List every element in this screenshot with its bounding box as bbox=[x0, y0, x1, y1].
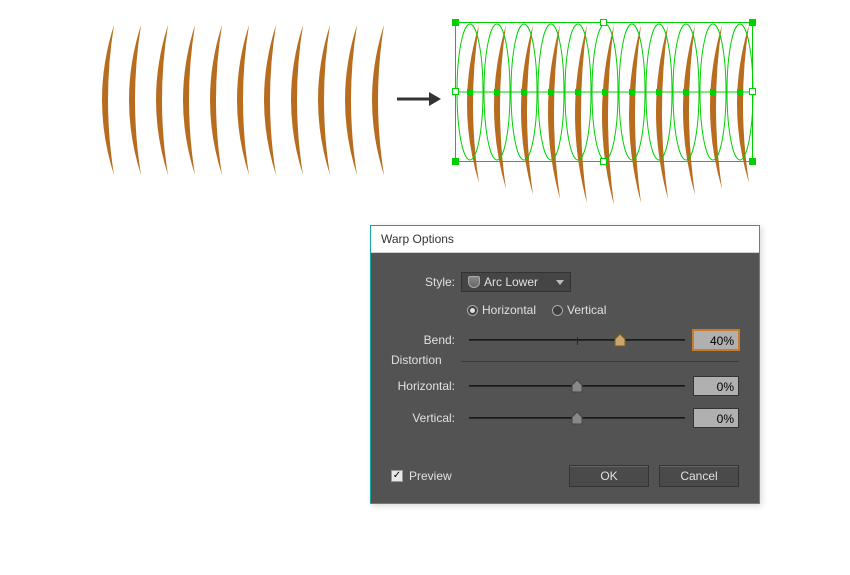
distortion-h-thumb[interactable] bbox=[571, 379, 583, 393]
radio-icon bbox=[552, 305, 563, 316]
distortion-v-slider[interactable] bbox=[469, 417, 685, 419]
preview-label: Preview bbox=[409, 469, 452, 483]
distortion-h-input[interactable]: 0% bbox=[693, 376, 739, 396]
orientation-vertical-radio[interactable]: Vertical bbox=[552, 303, 606, 317]
distortion-v-thumb[interactable] bbox=[571, 411, 583, 425]
warp-options-dialog: Warp Options Style: Arc Lower Horizontal… bbox=[370, 225, 760, 504]
canvas-artwork bbox=[90, 20, 760, 210]
style-dropdown[interactable]: Arc Lower bbox=[461, 272, 571, 292]
orientation-vertical-label: Vertical bbox=[567, 303, 606, 317]
bend-slider-thumb[interactable] bbox=[614, 333, 626, 347]
ok-button[interactable]: OK bbox=[569, 465, 649, 487]
orientation-horizontal-radio[interactable]: Horizontal bbox=[467, 303, 536, 317]
chevron-down-icon bbox=[556, 280, 564, 285]
distortion-v-label: Vertical: bbox=[391, 411, 461, 425]
orientation-horizontal-label: Horizontal bbox=[482, 303, 536, 317]
distortion-legend: Distortion bbox=[391, 353, 442, 367]
preview-checkbox[interactable]: ✓ bbox=[391, 470, 403, 482]
bend-slider[interactable] bbox=[469, 339, 685, 341]
bend-value-input[interactable]: 40% bbox=[693, 330, 739, 350]
distortion-v-input[interactable]: 0% bbox=[693, 408, 739, 428]
style-value: Arc Lower bbox=[484, 275, 538, 289]
arrow-icon bbox=[395, 90, 441, 111]
arc-pattern-original bbox=[90, 20, 390, 183]
bend-label: Bend: bbox=[391, 333, 461, 347]
style-label: Style: bbox=[391, 275, 461, 289]
arc-pattern-warped[interactable] bbox=[455, 20, 755, 220]
arc-lower-icon bbox=[468, 276, 480, 288]
dialog-title[interactable]: Warp Options bbox=[371, 226, 759, 253]
cancel-button[interactable]: Cancel bbox=[659, 465, 739, 487]
distortion-h-label: Horizontal: bbox=[391, 379, 461, 393]
distortion-h-slider[interactable] bbox=[469, 385, 685, 387]
radio-icon bbox=[467, 305, 478, 316]
